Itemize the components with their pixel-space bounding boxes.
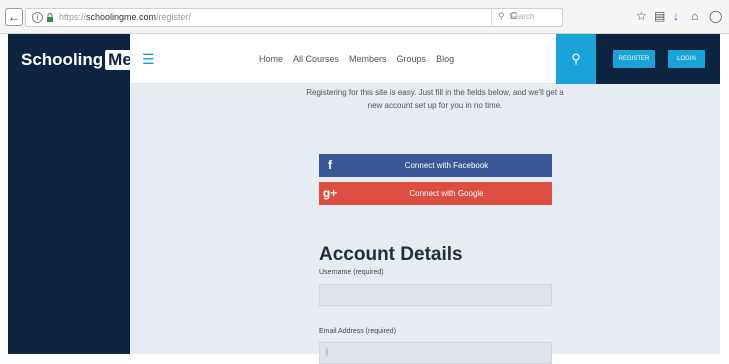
search-placeholder: Search bbox=[509, 12, 535, 21]
google-connect-button[interactable]: g+ Connect with Google bbox=[319, 182, 552, 205]
hamburger-menu-icon[interactable]: ☰ bbox=[142, 51, 155, 68]
star-icon[interactable]: ☆ bbox=[636, 9, 647, 23]
home-icon[interactable]: ⌂ bbox=[691, 9, 698, 23]
menu-item-groups[interactable]: Groups bbox=[397, 54, 427, 64]
clipboard-icon[interactable]: ▤ bbox=[654, 9, 665, 23]
username-label: Username (required) bbox=[319, 269, 384, 276]
facebook-icon: f bbox=[328, 158, 332, 172]
address-bar[interactable]: i https://schoolingme.com/register/ C bbox=[25, 8, 563, 27]
download-icon[interactable]: ↓ bbox=[673, 9, 679, 23]
email-input[interactable]: | bbox=[319, 342, 552, 364]
registration-content: Registering for this site is easy. Just … bbox=[130, 84, 720, 364]
sidebar: Schooling Me bbox=[8, 34, 135, 354]
logo-text: Schooling bbox=[21, 50, 104, 69]
main-menu: Home All Courses Members Groups Blog bbox=[259, 54, 454, 64]
page-edge bbox=[720, 34, 729, 354]
menu-item-all-courses[interactable]: All Courses bbox=[293, 54, 339, 64]
url-protocol: https:// bbox=[59, 12, 87, 22]
menu-item-home[interactable]: Home bbox=[259, 54, 283, 64]
auth-area: REGISTER LOGIN bbox=[596, 34, 720, 84]
username-input[interactable] bbox=[319, 284, 552, 306]
search-icon: ⚲ bbox=[498, 11, 505, 21]
login-button[interactable]: LOGIN bbox=[668, 50, 705, 68]
google-plus-icon: g+ bbox=[322, 186, 338, 200]
back-arrow-icon[interactable]: ← bbox=[5, 8, 23, 26]
browser-search-input[interactable]: ⚲ Search bbox=[491, 8, 563, 27]
section-title: Account Details bbox=[319, 244, 463, 265]
register-button[interactable]: REGISTER bbox=[613, 50, 655, 68]
intro-text: Registering for this site is easy. Just … bbox=[306, 88, 564, 110]
google-label: Connect with Google bbox=[409, 189, 484, 198]
url-host: schoolingme.com bbox=[86, 12, 157, 22]
url-text[interactable]: https://schoolingme.com/register/ bbox=[59, 12, 191, 22]
lock-icon bbox=[47, 13, 53, 22]
browser-toolbar: ← i https://schoolingme.com/register/ C … bbox=[0, 0, 729, 34]
facebook-connect-button[interactable]: f Connect with Facebook bbox=[319, 154, 552, 177]
site-header: ☰ Home All Courses Members Groups Blog ⚲… bbox=[130, 34, 720, 84]
search-icon: ⚲ bbox=[571, 51, 581, 66]
site-search-button[interactable]: ⚲ bbox=[556, 34, 596, 84]
email-label: Email Address (required) bbox=[319, 328, 397, 335]
menu-item-blog[interactable]: Blog bbox=[436, 54, 454, 64]
info-icon[interactable]: i bbox=[32, 12, 43, 23]
site-logo[interactable]: Schooling Me bbox=[21, 50, 135, 70]
url-path: /register/ bbox=[156, 12, 192, 22]
shield-icon[interactable]: ◯ bbox=[709, 9, 722, 23]
menu-item-members[interactable]: Members bbox=[349, 54, 387, 64]
facebook-label: Connect with Facebook bbox=[404, 161, 489, 170]
